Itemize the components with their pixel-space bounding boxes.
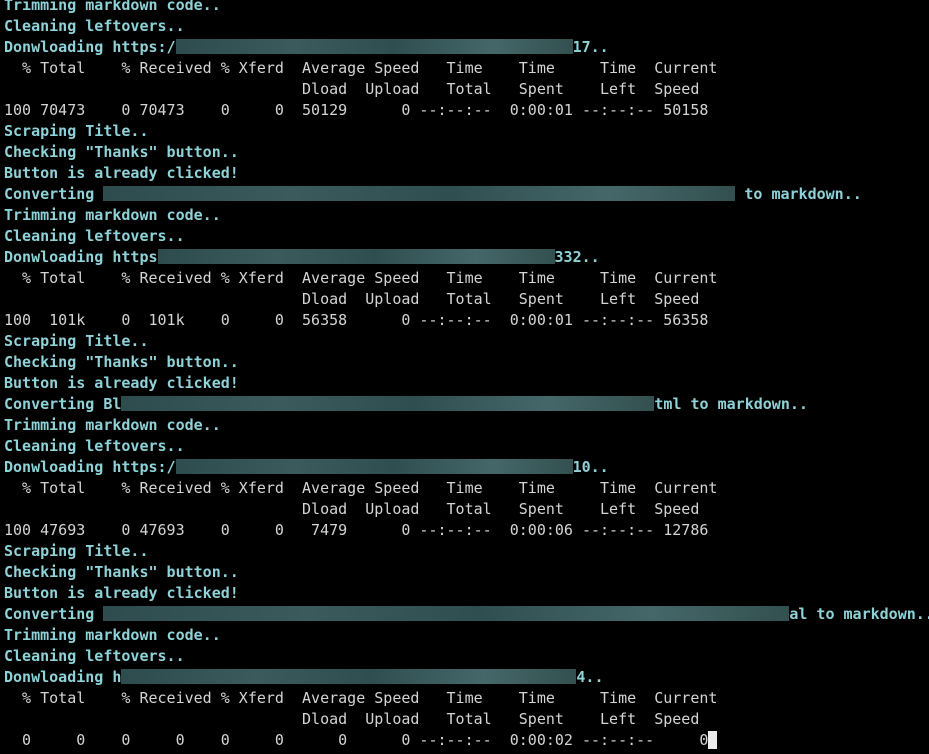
redacted-url <box>157 249 555 264</box>
log-line-text: Donwloading https:/ <box>4 458 176 476</box>
log-line-downloading: Donwloading h 4.. <box>4 667 604 688</box>
curl-header-row: % Total % Received % Xferd Average Speed… <box>4 479 718 497</box>
curl-subheader-row: Dload Upload Total Spent Left Speed <box>4 290 700 308</box>
log-line-scraping: Scraping Title.. <box>4 122 149 140</box>
redacted-url <box>121 669 577 684</box>
log-line-text: Converting Bl <box>4 395 122 413</box>
curl-subheader-row: Dload Upload Total Spent Left Speed <box>4 710 700 728</box>
curl-progress-row: 100 47693 0 47693 0 0 7479 0 --:--:-- 0:… <box>4 521 709 539</box>
log-line-clicked: Button is already clicked! <box>4 584 239 602</box>
log-line-text: tml to markdown.. <box>654 395 808 413</box>
log-line-converting: Converting to markdown.. <box>4 184 862 205</box>
log-line-trimming: Trimming markdown code.. <box>4 416 221 434</box>
log-line-cleaning: Cleaning leftovers.. <box>4 227 185 245</box>
log-line-cleaning: Cleaning leftovers.. <box>4 437 185 455</box>
curl-progress-row: 100 70473 0 70473 0 0 50129 0 --:--:-- 0… <box>4 101 709 119</box>
log-line-text: Converting <box>4 185 104 203</box>
log-line-text: Donwloading https <box>4 248 158 266</box>
curl-header-row: % Total % Received % Xferd Average Speed… <box>4 269 718 287</box>
log-line-scraping: Scraping Title.. <box>4 332 149 350</box>
log-line-downloading: Donwloading https:/ 17.. <box>4 37 609 58</box>
log-line-trimming: Trimming markdown code.. <box>4 0 221 14</box>
log-line-text: Donwloading https:/ <box>4 38 176 56</box>
log-line-text: 17.. <box>572 38 609 56</box>
log-line-downloading: Donwloading https:/ 10.. <box>4 457 609 478</box>
log-line-trimming: Trimming markdown code.. <box>4 626 221 644</box>
curl-progress-row: 0 0 0 0 0 0 0 0 --:--:-- 0:00:02 --:--:-… <box>4 730 718 751</box>
curl-progress-row: 100 101k 0 101k 0 0 56358 0 --:--:-- 0:0… <box>4 311 709 329</box>
redacted-url <box>175 39 573 54</box>
log-line-text: Converting <box>4 605 104 623</box>
log-line-cleaning: Cleaning leftovers.. <box>4 647 185 665</box>
log-line-text: al to markdown.. <box>789 605 929 623</box>
log-line-checking: Checking "Thanks" button.. <box>4 143 239 161</box>
log-line-text: 4.. <box>576 668 604 686</box>
log-line-cleaning: Cleaning leftovers.. <box>4 17 185 35</box>
log-line-text: 0 0 0 0 0 0 0 0 --:--:-- 0:00:02 --:--:-… <box>4 731 709 749</box>
log-line-text: 10.. <box>572 458 609 476</box>
log-line-clicked: Button is already clicked! <box>4 374 239 392</box>
redacted-filename <box>121 396 655 411</box>
log-line-clicked: Button is already clicked! <box>4 164 239 182</box>
log-line-text: 332.. <box>554 248 600 266</box>
redacted-url <box>175 459 573 474</box>
log-line-checking: Checking "Thanks" button.. <box>4 353 239 371</box>
curl-header-row: % Total % Received % Xferd Average Speed… <box>4 59 718 77</box>
log-line-checking: Checking "Thanks" button.. <box>4 563 239 581</box>
redacted-filename <box>103 606 790 621</box>
log-line-trimming: Trimming markdown code.. <box>4 206 221 224</box>
log-line-downloading: Donwloading https 332.. <box>4 247 600 268</box>
curl-header-row: % Total % Received % Xferd Average Speed… <box>4 689 718 707</box>
log-line-text: Donwloading h <box>4 668 122 686</box>
log-line-converting: Converting Bl tml to markdown.. <box>4 394 808 415</box>
terminal-cursor <box>708 731 718 749</box>
redacted-filename <box>103 186 736 201</box>
curl-subheader-row: Dload Upload Total Spent Left Speed <box>4 500 700 518</box>
terminal-window[interactable]: Trimming markdown code.. Cleaning leftov… <box>0 0 929 754</box>
log-line-scraping: Scraping Title.. <box>4 542 149 560</box>
curl-subheader-row: Dload Upload Total Spent Left Speed <box>4 80 700 98</box>
log-line-text: to markdown.. <box>735 185 862 203</box>
log-line-converting: Converting al to markdown.. <box>4 604 929 625</box>
